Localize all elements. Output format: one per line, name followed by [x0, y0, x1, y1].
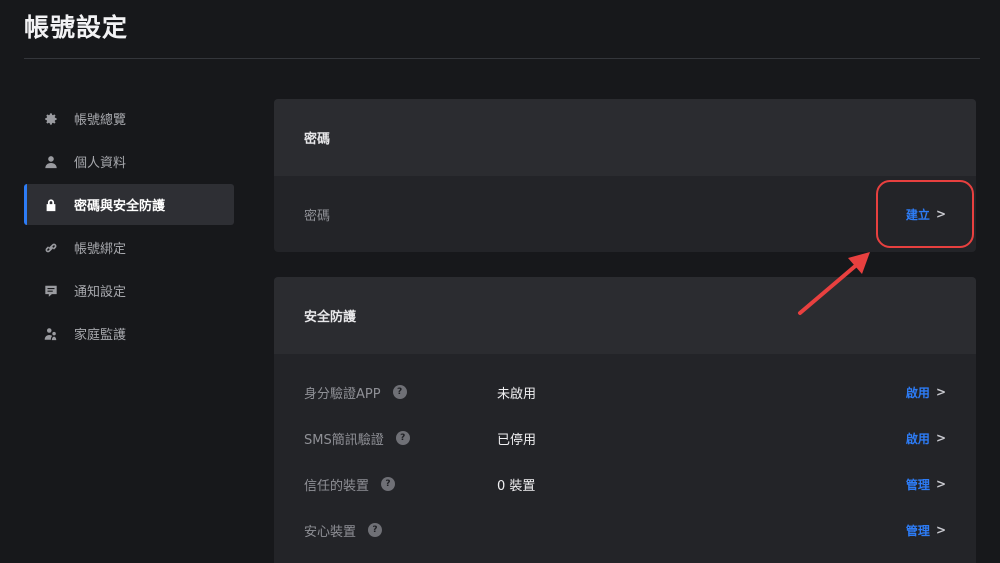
row-value: 未啟用 [497, 386, 537, 402]
help-icon[interactable]: ? [368, 523, 383, 537]
help-icon[interactable]: ? [381, 477, 396, 491]
row-value: 已停用 [497, 432, 537, 448]
sidebar-item-label: 帳號總覽 [74, 113, 127, 128]
chevron-right-icon: > [935, 523, 946, 537]
row-label-text: SMS簡訊驗證 [304, 432, 384, 448]
row-label: 身分驗證APP ? [304, 383, 497, 402]
annotation-arrow-icon [798, 252, 870, 315]
secure-device-row: 安心裝置 ? 管理 > [274, 507, 976, 553]
authenticator-app-row: 身分驗證APP ? 未啟用 啟用 > [274, 369, 976, 415]
sidebar-item-label: 通知設定 [74, 285, 127, 300]
row-label: 安心裝置 ? [304, 521, 497, 540]
message-icon [44, 284, 58, 298]
sidebar-item-label: 帳號綁定 [74, 242, 127, 257]
title-divider [24, 58, 980, 59]
trusted-devices-row: 信任的裝置 ? 0 裝置 管理 > [274, 461, 976, 507]
user-icon [44, 155, 58, 169]
row-label-text: 身分驗證APP [304, 386, 381, 402]
sidebar-item-label: 個人資料 [74, 156, 127, 171]
chevron-right-icon: > [935, 385, 946, 399]
lock-icon [44, 198, 58, 212]
family-icon [44, 327, 58, 341]
password-card: 密碼 密碼 建立 > [274, 99, 976, 252]
row-label: SMS簡訊驗證 ? [304, 429, 497, 448]
manage-secure-device-button[interactable]: 管理 > [906, 522, 946, 539]
row-label-text: 安心裝置 [304, 524, 357, 540]
gear-icon [44, 112, 58, 126]
row-value: 0 裝置 [497, 478, 536, 494]
row-label: 信任的裝置 ? [304, 475, 497, 494]
sidebar-item-notifications[interactable]: 通知設定 [24, 270, 234, 311]
action-label: 管理 [905, 477, 930, 492]
manage-trusted-devices-button[interactable]: 管理 > [906, 476, 946, 493]
action-label: 管理 [905, 523, 930, 538]
enable-authenticator-button[interactable]: 啟用 > [906, 384, 946, 401]
sms-verification-row: SMS簡訊驗證 ? 已停用 啟用 > [274, 415, 976, 461]
help-icon[interactable]: ? [392, 385, 407, 399]
sidebar: 帳號總覽 個人資料 密碼與安全防護 帳號綁定 通知設定 家庭監護 [24, 98, 234, 356]
enable-sms-button[interactable]: 啟用 > [906, 430, 946, 447]
action-label: 啟用 [905, 385, 930, 400]
help-icon[interactable]: ? [395, 431, 410, 445]
link-icon [44, 241, 58, 255]
password-card-header: 密碼 [274, 99, 976, 176]
annotation-highlight-box [876, 180, 974, 248]
sidebar-item-password-security[interactable]: 密碼與安全防護 [24, 184, 234, 225]
action-label: 啟用 [905, 431, 930, 446]
row-label-text: 信任的裝置 [304, 478, 370, 494]
page-title: 帳號設定 [24, 13, 129, 42]
sidebar-item-account-linking[interactable]: 帳號綁定 [24, 227, 234, 268]
sidebar-item-label: 家庭監護 [74, 328, 127, 343]
sidebar-item-family-monitoring[interactable]: 家庭監護 [24, 313, 234, 354]
password-row-label: 密碼 [304, 208, 331, 224]
sidebar-item-profile[interactable]: 個人資料 [24, 141, 234, 182]
sidebar-item-label: 密碼與安全防護 [74, 199, 166, 214]
chevron-right-icon: > [935, 431, 946, 445]
chevron-right-icon: > [935, 477, 946, 491]
sidebar-item-account-overview[interactable]: 帳號總覽 [24, 98, 234, 139]
